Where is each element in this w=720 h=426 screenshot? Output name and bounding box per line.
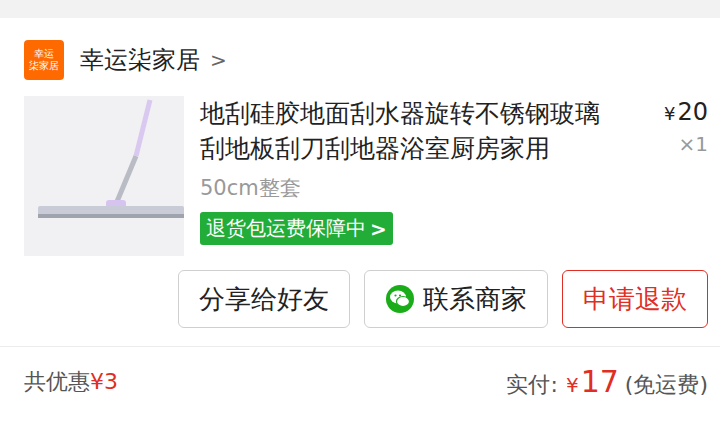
product-row[interactable]: 地刮硅胶地面刮水器旋转不锈钢玻璃刮地板刮刀刮地器浴室厨房家用 50cm整套退货包运… bbox=[0, 80, 720, 256]
button-label: 联系商家 bbox=[423, 282, 527, 317]
currency: ¥ bbox=[664, 103, 675, 124]
order-summary: 共优惠¥3 实付: ¥17(免运费) bbox=[0, 346, 720, 417]
button-label: 申请退款 bbox=[583, 282, 687, 317]
badge-text: 退货包运费保障中 bbox=[206, 215, 366, 242]
product-price: ¥20 bbox=[636, 98, 708, 126]
chevron-icon: > bbox=[210, 48, 227, 72]
store-logo: 幸运柒家居 bbox=[24, 40, 64, 80]
order-page: 幸运柒家居幸运柒家居>地刮硅胶地面刮水器旋转不锈钢玻璃刮地板刮刀刮地器浴室厨房家… bbox=[0, 0, 720, 426]
paid-label: 实付: bbox=[506, 370, 557, 400]
action-button[interactable]: 申请退款 bbox=[562, 270, 708, 328]
logo-text: 柒家居 bbox=[29, 60, 59, 72]
button-label: 分享给好友 bbox=[199, 282, 329, 317]
paid-amount: 17 bbox=[581, 364, 619, 399]
squeegee-icon bbox=[24, 96, 184, 256]
store-row[interactable]: 幸运柒家居幸运柒家居> bbox=[0, 18, 720, 80]
store-name[interactable]: 幸运柒家居 bbox=[80, 44, 200, 76]
action-buttons: 分享给好友 联系商家 申请退款 bbox=[0, 256, 720, 328]
order-card: 幸运柒家居幸运柒家居>地刮硅胶地面刮水器旋转不锈钢玻璃刮地板刮刀刮地器浴室厨房家… bbox=[0, 18, 720, 426]
product-title[interactable]: 地刮硅胶地面刮水器旋转不锈钢玻璃刮地板刮刀刮地器浴室厨房家用 bbox=[200, 96, 620, 166]
paid-total: 实付: ¥17(免运费) bbox=[506, 364, 708, 400]
product-spec: 50cm整套 bbox=[200, 174, 620, 202]
chevron-icon: > bbox=[370, 217, 387, 241]
product-image[interactable] bbox=[24, 96, 184, 256]
price-column: ¥20 ×1 bbox=[636, 96, 708, 156]
paid-currency: ¥ bbox=[566, 373, 579, 397]
discount: 共优惠¥3 bbox=[24, 367, 118, 397]
discount-label: 共优惠 bbox=[24, 369, 90, 394]
logo-text: 幸运 bbox=[34, 48, 54, 60]
return-shipping-badge[interactable]: 退货包运费保障中> bbox=[200, 212, 393, 245]
wechat-icon bbox=[385, 284, 415, 314]
discount-amount: ¥3 bbox=[90, 369, 118, 394]
price-amount: 20 bbox=[677, 98, 708, 126]
product-info: 地刮硅胶地面刮水器旋转不锈钢玻璃刮地板刮刀刮地器浴室厨房家用 50cm整套退货包运… bbox=[200, 96, 620, 245]
action-button[interactable]: 分享给好友 bbox=[178, 270, 350, 328]
product-quantity: ×1 bbox=[636, 132, 708, 156]
paid-note: (免运费) bbox=[625, 370, 708, 400]
action-button[interactable]: 联系商家 bbox=[364, 270, 548, 328]
